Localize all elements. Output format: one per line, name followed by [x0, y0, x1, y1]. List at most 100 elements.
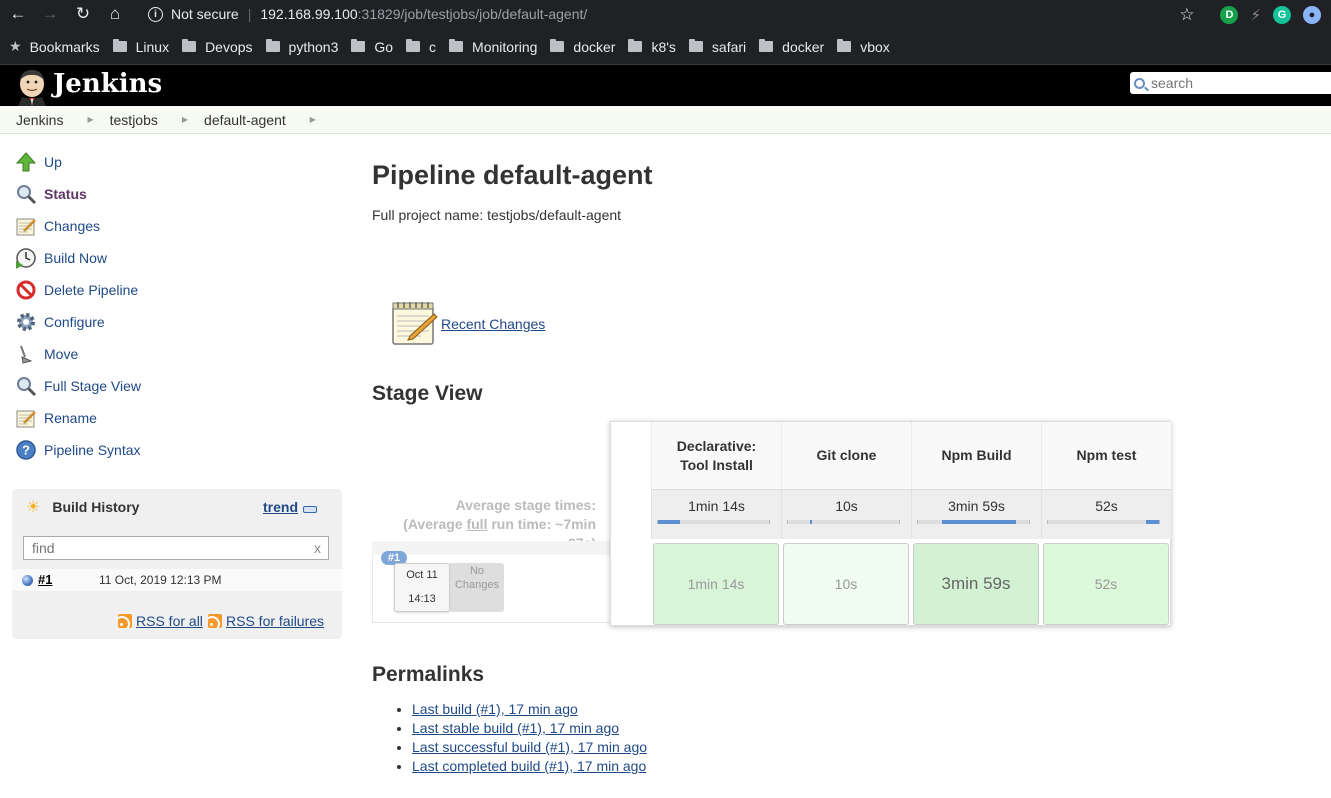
folder-icon	[182, 39, 197, 52]
stage-avg-time: 52s	[1095, 498, 1118, 514]
notepad-icon	[14, 406, 38, 430]
address-bar[interactable]: i Not secure | 192.168.99.100:31829/job/…	[138, 0, 1318, 28]
rss-failures-link[interactable]: RSS for failures	[208, 613, 324, 629]
forward-icon[interactable]: →	[38, 0, 62, 28]
task-label: Build Now	[44, 250, 108, 266]
task-configure[interactable]: Configure	[14, 310, 105, 334]
list-item: Last build (#1), 17 min ago	[412, 700, 647, 719]
stage-avg-bar	[1047, 520, 1160, 524]
stage-header-npm-build: Npm Build	[911, 422, 1041, 489]
build-history-panel: ☀ Build History trend x #1 11 Oct, 2019 …	[12, 489, 342, 639]
recent-changes-link[interactable]: Recent Changes	[441, 316, 545, 332]
stage-cell-npm-test[interactable]: 52s	[1043, 543, 1169, 625]
avg-line-2: (Average full run time: ~7min	[380, 515, 596, 534]
extension-icons: ☆ D ⚡ G ●	[1179, 5, 1321, 25]
bookmark-folder-docker[interactable]: docker	[550, 39, 615, 55]
jenkins-butler-logo[interactable]	[14, 68, 50, 106]
build-find-box[interactable]: x	[23, 536, 329, 560]
bookmark-bookmarks[interactable]: ★ Bookmarks	[9, 38, 100, 55]
bookmark-label: python3	[288, 38, 339, 55]
bookmark-folder-devops[interactable]: Devops	[182, 39, 253, 55]
breadcrumb-arrow-icon[interactable]: ▶	[310, 115, 316, 124]
search-input[interactable]	[1149, 74, 1323, 92]
svg-text:?: ?	[22, 443, 30, 458]
search-icon	[1134, 77, 1145, 89]
task-pipeline-syntax[interactable]: ? Pipeline Syntax	[14, 438, 141, 462]
breadcrumb-arrow-icon[interactable]: ▶	[87, 115, 93, 124]
bookmark-folder-go[interactable]: Go	[351, 39, 393, 55]
permalink-last-completed-build[interactable]: Last completed build (#1), 17 min ago	[412, 758, 646, 774]
folder-icon	[351, 39, 366, 52]
permalink-last-successful-build[interactable]: Last successful build (#1), 17 min ago	[412, 739, 647, 755]
extension-green-icon[interactable]: D	[1220, 6, 1239, 24]
bookmark-label: safari	[711, 38, 747, 55]
stage-avg-bar-fill	[658, 520, 681, 524]
permalinks-heading: Permalinks	[372, 663, 485, 686]
task-label: Rename	[44, 410, 97, 426]
collapse-icon[interactable]	[303, 506, 317, 513]
rss-failures-label[interactable]: RSS for failures	[226, 613, 324, 629]
build-number-link[interactable]: #1	[38, 572, 52, 587]
rss-all-link[interactable]: RSS for all	[118, 613, 203, 629]
bookmark-label: Bookmarks	[29, 38, 100, 55]
permalink-last-stable-build[interactable]: Last stable build (#1), 17 min ago	[412, 720, 619, 736]
bookmark-folder-k8s[interactable]: k8's	[628, 39, 676, 55]
bookmarks-bar: ★ Bookmarks Linux Devops python3 Go c Mo…	[0, 29, 1331, 65]
build-history-title: Build History	[52, 499, 140, 515]
address-separator: |	[247, 6, 252, 22]
bookmark-folder-vbox[interactable]: vbox	[837, 39, 890, 55]
build-status-ball-icon[interactable]	[22, 575, 33, 586]
stage-cell-tool-install[interactable]: 1min 14s	[653, 543, 779, 625]
task-up[interactable]: Up	[14, 150, 62, 174]
rss-all-label[interactable]: RSS for all	[136, 613, 203, 629]
bookmark-folder-monitoring[interactable]: Monitoring	[449, 39, 537, 55]
profile-avatar-icon[interactable]: ●	[1303, 6, 1321, 24]
task-full-stage-view[interactable]: Full Stage View	[14, 374, 141, 398]
task-label: Changes	[44, 218, 101, 234]
build-time-label: 14:13	[408, 593, 436, 605]
breadcrumb-arrow-icon[interactable]: ▶	[182, 115, 188, 124]
stage-avg-time: 10s	[835, 498, 858, 514]
avg-full-link[interactable]: full	[466, 516, 487, 532]
avg-line-2-pre: (Average	[403, 516, 467, 532]
permalink-last-build[interactable]: Last build (#1), 17 min ago	[412, 701, 578, 717]
task-status[interactable]: Status	[14, 182, 87, 206]
task-label: Status	[44, 186, 87, 202]
task-delete-pipeline[interactable]: Delete Pipeline	[14, 278, 138, 302]
extension-bolt-icon[interactable]: ⚡	[1250, 6, 1261, 24]
grammarly-icon[interactable]: G	[1273, 6, 1291, 24]
build-find-input[interactable]	[30, 539, 314, 557]
stage-cell-git-clone[interactable]: 10s	[783, 543, 909, 625]
stage-name: Npm Build	[941, 447, 1012, 463]
trend-link[interactable]: trend	[263, 499, 298, 515]
bookmark-folder-safari[interactable]: safari	[688, 38, 747, 55]
task-rename[interactable]: Rename	[14, 406, 97, 430]
bookmark-folder-c[interactable]: c	[406, 39, 436, 55]
bookmark-label: docker	[782, 38, 825, 55]
sun-weather-icon: ☀	[26, 499, 41, 516]
url-path: :31829/job/testjobs/job/default-agent/	[357, 6, 588, 22]
task-changes[interactable]: Changes	[14, 214, 100, 238]
build-date[interactable]: 11 Oct, 2019 12:13 PM	[99, 573, 222, 587]
bookmark-folder-docker-2[interactable]: docker	[759, 39, 824, 55]
breadcrumb-default-agent[interactable]: default-agent	[204, 112, 286, 128]
search-box[interactable]	[1130, 72, 1331, 94]
task-move[interactable]: Move	[14, 342, 78, 366]
home-icon[interactable]: ⌂	[103, 0, 127, 28]
bookmark-folder-python3[interactable]: python3	[265, 38, 339, 55]
breadcrumb-jenkins[interactable]: Jenkins	[16, 112, 63, 128]
back-icon[interactable]: ←	[6, 0, 30, 28]
task-build-now[interactable]: Build Now	[14, 246, 107, 270]
clear-find-icon[interactable]: x	[314, 540, 321, 556]
list-item: Last completed build (#1), 17 min ago	[412, 757, 647, 776]
jenkins-header: Jenkins	[0, 65, 1331, 106]
star-bookmark-icon[interactable]: ☆	[1179, 5, 1194, 25]
bookmark-folder-linux[interactable]: Linux	[112, 39, 169, 55]
jenkins-title[interactable]: Jenkins	[53, 69, 162, 99]
task-label: Move	[44, 346, 79, 362]
reload-icon[interactable]: ↻	[71, 0, 95, 28]
stage-cell-npm-build[interactable]: 3min 59s	[913, 543, 1039, 625]
info-icon[interactable]: i	[148, 6, 163, 22]
breadcrumb-testjobs[interactable]: testjobs	[110, 112, 158, 128]
magnifier-icon	[14, 374, 38, 398]
